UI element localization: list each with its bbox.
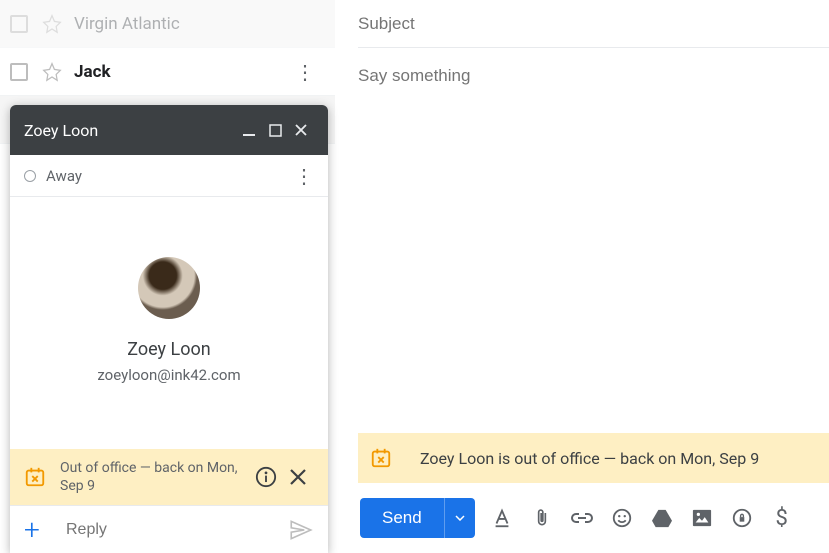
away-status-icon [24, 170, 36, 182]
more-icon[interactable]: ⋮ [294, 164, 314, 188]
send-chat-icon[interactable] [288, 517, 314, 543]
ooo-text: Out of office — back on Mon, Sep 9 [60, 459, 250, 495]
calendar-busy-icon [24, 466, 46, 488]
more-icon[interactable]: ⋮ [295, 60, 315, 84]
image-icon[interactable] [689, 505, 715, 531]
compose-toolbar: Send $ [358, 483, 829, 553]
compose-ooo-text: Zoey Loon is out of office — back on Mon… [420, 449, 759, 468]
send-options-button[interactable] [444, 498, 475, 538]
compose-panel: Zoey Loon is out of office — back on Mon… [358, 0, 829, 553]
send-button[interactable]: Send [360, 498, 444, 538]
profile-area: Zoey Loon zoeyloon@ink42.com [10, 197, 328, 449]
dismiss-button[interactable] [282, 461, 314, 493]
money-icon[interactable]: $ [769, 505, 795, 531]
chat-contact-name: Zoey Loon [24, 121, 236, 140]
info-button[interactable] [250, 461, 282, 493]
avatar [138, 257, 200, 319]
subject-input[interactable] [358, 14, 829, 34]
format-icon[interactable] [489, 505, 515, 531]
minimize-button[interactable] [236, 117, 262, 143]
close-button[interactable] [288, 117, 314, 143]
ooo-banner: Out of office — back on Mon, Sep 9 [10, 449, 328, 505]
popout-button[interactable] [262, 117, 288, 143]
compose-ooo-banner: Zoey Loon is out of office — back on Mon… [358, 433, 829, 483]
send-button-group: Send [360, 498, 475, 538]
mail-row[interactable]: Jack ⋮ [0, 48, 335, 96]
chat-header: Zoey Loon [10, 105, 328, 155]
chat-window: Zoey Loon Away ⋮ Zoey Loon zoeyloon@ink4… [10, 105, 328, 553]
status-text: Away [46, 167, 294, 185]
link-icon[interactable] [569, 505, 595, 531]
sender-name: Jack [74, 62, 111, 82]
add-button[interactable]: + [24, 513, 56, 546]
checkbox[interactable] [10, 63, 28, 81]
checkbox[interactable] [10, 15, 28, 33]
calendar-busy-icon [370, 447, 392, 469]
reply-bar: + [10, 505, 328, 553]
drive-icon[interactable] [649, 505, 675, 531]
star-icon[interactable] [42, 62, 62, 82]
attach-icon[interactable] [529, 505, 555, 531]
body-area [358, 48, 829, 433]
body-input[interactable] [358, 66, 829, 86]
reply-input[interactable] [56, 521, 288, 539]
profile-email: zoeyloon@ink42.com [97, 366, 240, 384]
sender-name: Virgin Atlantic [74, 14, 180, 34]
confidential-icon[interactable] [729, 505, 755, 531]
chat-status-bar: Away ⋮ [10, 155, 328, 197]
emoji-icon[interactable] [609, 505, 635, 531]
profile-name: Zoey Loon [127, 339, 210, 360]
subject-row [358, 0, 829, 48]
mail-row[interactable]: Virgin Atlantic [0, 0, 335, 48]
star-icon[interactable] [42, 14, 62, 34]
